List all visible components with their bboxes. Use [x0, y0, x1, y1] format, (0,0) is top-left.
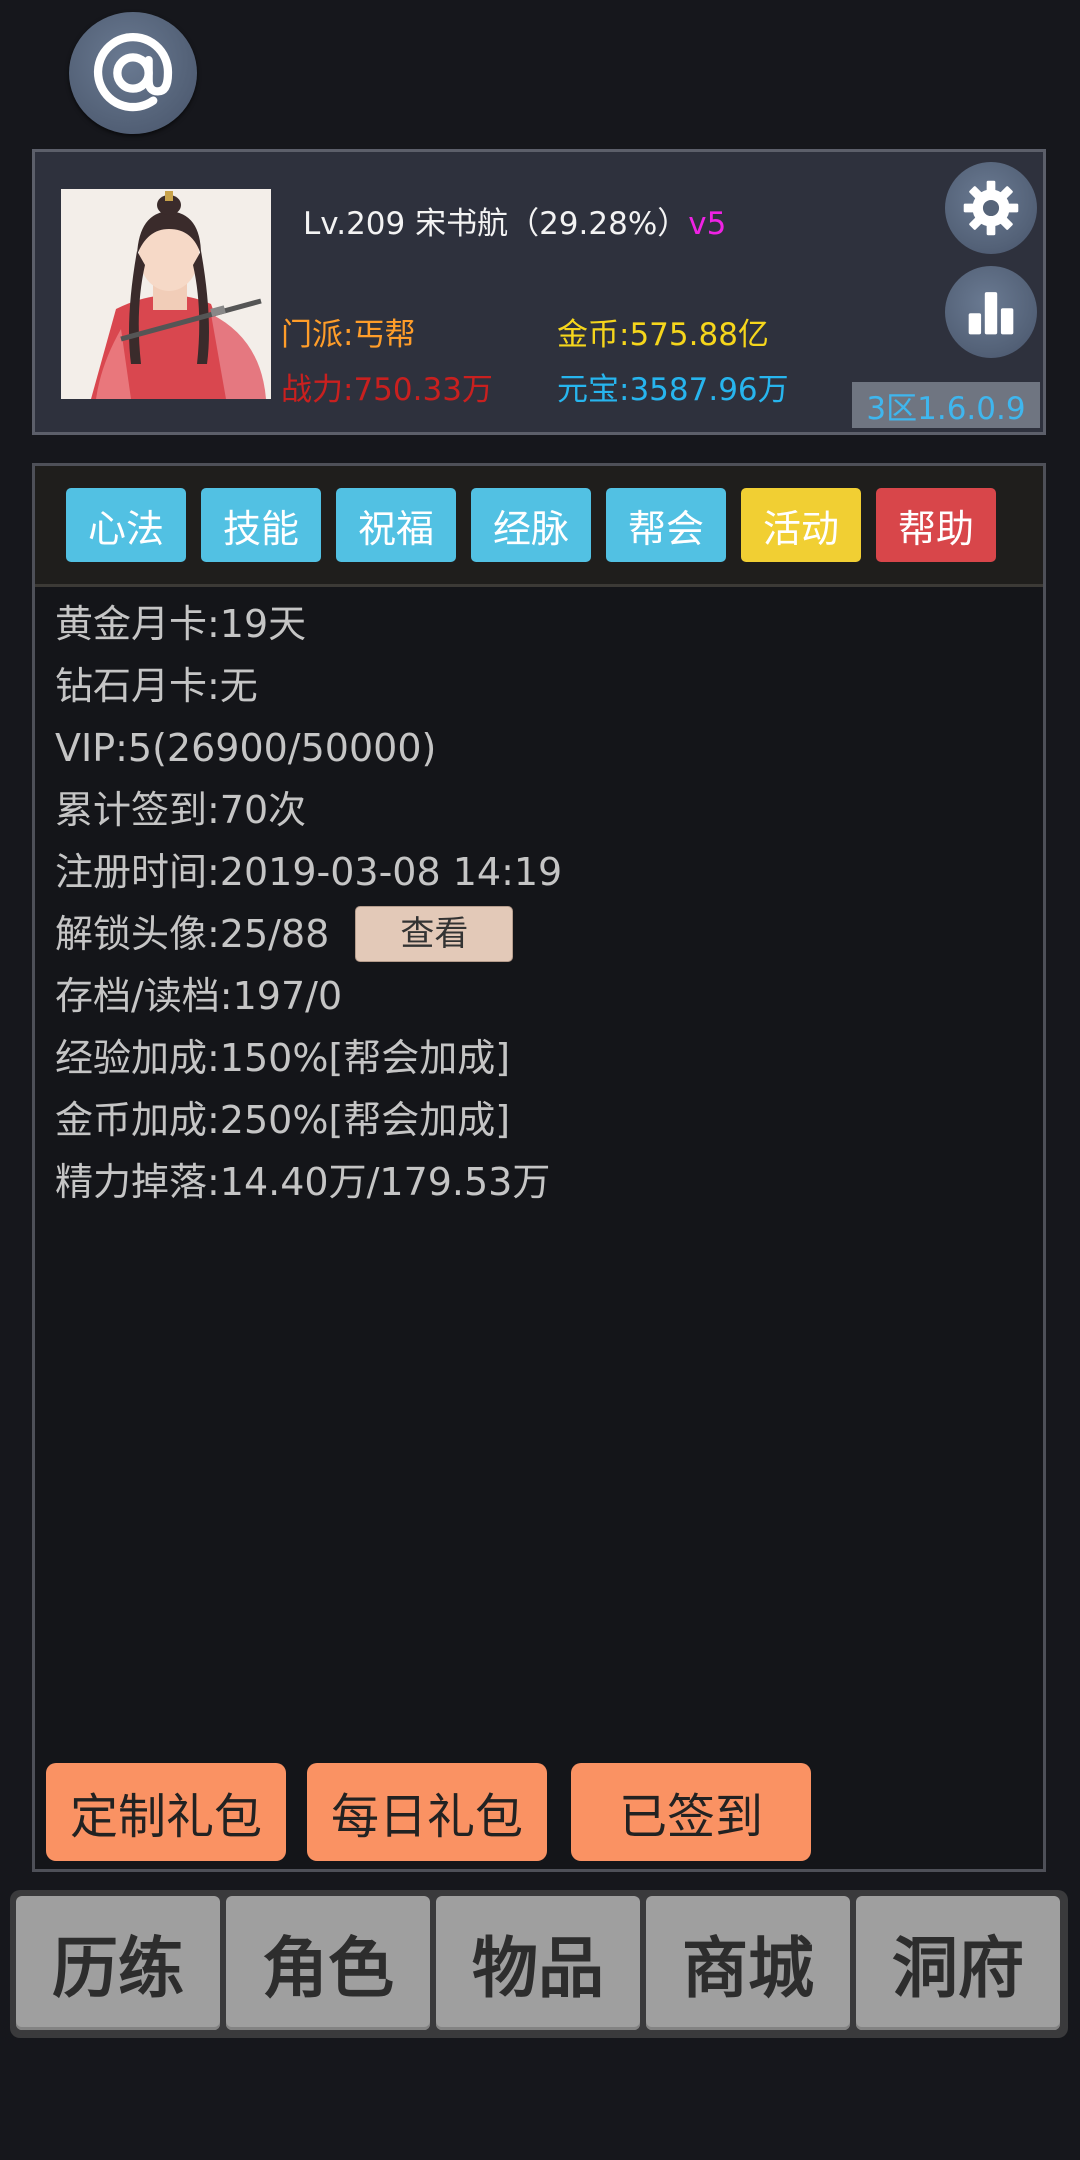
gold-bonus-row: 金币加成:250%[帮会加成] — [55, 1098, 511, 1142]
avatar-unlock-text: 解锁头像:25/88 — [55, 912, 330, 956]
tab-blessing[interactable]: 祝福 — [336, 488, 456, 562]
exp-bonus-row: 经验加成:150%[帮会加成] — [55, 1036, 511, 1080]
level-name-line: Lv.209 宋书航（29.28%）v5 — [303, 198, 726, 243]
tab-xinfa[interactable]: 心法 — [66, 488, 186, 562]
view-avatars-button[interactable]: 查看 — [355, 906, 514, 962]
custom-gift-button[interactable]: 定制礼包 — [46, 1763, 286, 1861]
gear-icon — [963, 180, 1019, 236]
nav-training[interactable]: 历练 — [16, 1896, 220, 2030]
tab-events[interactable]: 活动 — [741, 488, 861, 562]
saves-row: 存档/读档:197/0 — [55, 974, 343, 1018]
diamond-card-row: 钻石月卡:无 — [55, 664, 258, 708]
tab-skills[interactable]: 技能 — [201, 488, 321, 562]
tab-meridian[interactable]: 经脉 — [471, 488, 591, 562]
power-label: 战力:750.33万 — [281, 372, 493, 408]
bottom-nav: 历练 角色 物品 商城 洞府 — [10, 1890, 1068, 2038]
signin-row: 累计签到:70次 — [55, 788, 307, 832]
main-panel: 心法 技能 祝福 经脉 帮会 活动 帮助 黄金月卡:19天 钻石月卡:无 VIP… — [32, 463, 1046, 1872]
level-name-text: Lv.209 宋书航（29.28%） — [303, 206, 689, 242]
gold-label: 金币:575.88亿 — [557, 317, 769, 353]
at-sign-button[interactable] — [69, 12, 197, 134]
server-version-badge: 3区1.6.0.9 — [852, 382, 1040, 428]
profile-panel: Lv.209 宋书航（29.28%）v5 门派:丐帮 战力:750.33万 金币… — [32, 149, 1046, 435]
stats-button[interactable] — [945, 266, 1037, 358]
sect-label: 门派:丐帮 — [281, 317, 416, 353]
signed-in-button[interactable]: 已签到 — [571, 1763, 811, 1861]
at-sign-icon — [93, 33, 173, 112]
vip-badge: v5 — [688, 206, 727, 242]
character-portrait — [61, 189, 271, 399]
tab-help[interactable]: 帮助 — [876, 488, 996, 562]
nav-items[interactable]: 物品 — [436, 1896, 640, 2030]
bar-chart-icon — [968, 292, 1014, 335]
gold-card-row: 黄金月卡:19天 — [55, 602, 307, 646]
avatar-unlock-row: 解锁头像:25/88 查看 — [55, 903, 562, 965]
register-time-row: 注册时间:2019-03-08 14:19 — [55, 850, 563, 894]
vip-row: VIP:5(26900/50000) — [55, 726, 437, 770]
nav-shop[interactable]: 商城 — [646, 1896, 850, 2030]
account-info-list: 黄金月卡:19天 钻石月卡:无 VIP:5(26900/50000) 累计签到:… — [55, 593, 562, 1213]
yuanbao-label: 元宝:3587.96万 — [557, 372, 789, 408]
nav-cave[interactable]: 洞府 — [856, 1896, 1060, 2030]
nav-character[interactable]: 角色 — [226, 1896, 430, 2030]
tab-bar: 心法 技能 祝福 经脉 帮会 活动 帮助 — [35, 466, 1043, 587]
settings-button[interactable] — [945, 162, 1037, 254]
character-avatar[interactable] — [61, 189, 271, 399]
energy-drop-row: 精力掉落:14.40万/179.53万 — [55, 1160, 551, 1204]
tab-guild[interactable]: 帮会 — [606, 488, 726, 562]
daily-gift-button[interactable]: 每日礼包 — [307, 1763, 547, 1861]
